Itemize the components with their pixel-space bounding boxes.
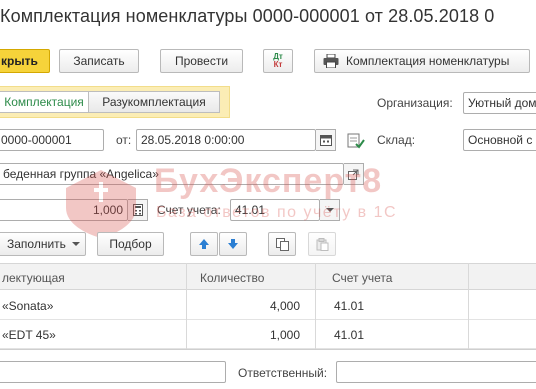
- post-button[interactable]: Провести: [160, 49, 243, 73]
- arrow-down-icon: [228, 239, 238, 249]
- printer-icon: [323, 53, 339, 69]
- row-quantity: 1,000: [269, 328, 300, 342]
- kt-label: Кт: [273, 60, 283, 69]
- arrow-up-icon: [199, 239, 209, 249]
- column-divider: [315, 263, 316, 349]
- open-item-button[interactable]: [344, 163, 364, 185]
- account-field[interactable]: 41.01: [230, 199, 320, 221]
- row-quantity: 4,000: [269, 299, 300, 313]
- calculator-button[interactable]: [128, 199, 148, 221]
- copy-icon: [275, 237, 289, 251]
- row-account: 41.01: [334, 328, 365, 342]
- column-divider: [186, 263, 187, 349]
- column-header-component[interactable]: лектующая: [2, 271, 65, 285]
- paste-button[interactable]: [308, 232, 336, 256]
- copy-button[interactable]: [268, 232, 296, 256]
- organization-label: Организация:: [377, 96, 453, 110]
- column-header-account[interactable]: Счет учета: [332, 271, 392, 285]
- item-field[interactable]: беденная группа «Angelica»: [0, 163, 344, 185]
- warehouse-label: Склад:: [377, 133, 416, 147]
- comment-field[interactable]: [0, 361, 226, 383]
- account-dropdown-button[interactable]: [320, 199, 340, 221]
- account-label: Счет учета:: [157, 203, 221, 217]
- document-date-field[interactable]: 28.05.2018 0:00:00: [136, 129, 316, 151]
- calendar-icon: [319, 135, 332, 146]
- dt-kt-button[interactable]: Дт Кт: [263, 49, 293, 73]
- selection-button[interactable]: Подбор: [97, 232, 164, 256]
- document-status-icon: [347, 133, 365, 149]
- row-item: «Sonata»: [2, 299, 54, 313]
- chevron-down-icon: [71, 242, 80, 246]
- post-and-close-button[interactable]: крыть: [0, 49, 50, 73]
- fill-button-label: Заполнить: [7, 237, 66, 251]
- organization-field[interactable]: Уютный дом: [463, 92, 536, 114]
- table-row[interactable]: «EDT 45» 1,000 41.01: [0, 321, 536, 349]
- table-bottom-border: [0, 349, 536, 350]
- paste-icon: [316, 237, 328, 251]
- document-number-field[interactable]: 0000-000001: [0, 129, 104, 151]
- table-header: лектующая Количество Счет учета: [0, 263, 536, 290]
- warehouse-field[interactable]: Основной с: [463, 129, 536, 151]
- move-up-button[interactable]: [190, 232, 218, 256]
- tab-assembly[interactable]: Комплектация: [0, 91, 88, 113]
- row-item: «EDT 45»: [2, 328, 56, 342]
- print-button-label: Комплектация номенклатуры: [346, 54, 510, 68]
- page-title: Комплектация номенклатуры 0000-000001 от…: [0, 6, 495, 26]
- fill-button[interactable]: Заполнить: [0, 232, 86, 256]
- responsible-label: Ответственный:: [238, 366, 328, 380]
- print-button[interactable]: Комплектация номенклатуры: [314, 49, 530, 73]
- column-header-quantity[interactable]: Количество: [200, 271, 264, 285]
- save-button[interactable]: Записать: [59, 49, 139, 73]
- move-down-button[interactable]: [219, 232, 247, 256]
- open-icon: [348, 169, 359, 180]
- responsible-field[interactable]: [336, 361, 536, 383]
- date-from-label: от:: [116, 133, 132, 147]
- row-account: 41.01: [334, 299, 365, 313]
- quantity-field[interactable]: 1,000: [0, 199, 128, 221]
- tab-disassembly[interactable]: Разукомплектация: [88, 91, 220, 113]
- table-row[interactable]: «Sonata» 4,000 41.01: [0, 292, 536, 320]
- calculator-icon: [132, 204, 143, 216]
- mode-switch: Комплектация Разукомплектация: [0, 86, 230, 118]
- column-divider: [468, 263, 469, 349]
- chevron-down-icon: [325, 208, 334, 212]
- calendar-button[interactable]: [316, 129, 336, 151]
